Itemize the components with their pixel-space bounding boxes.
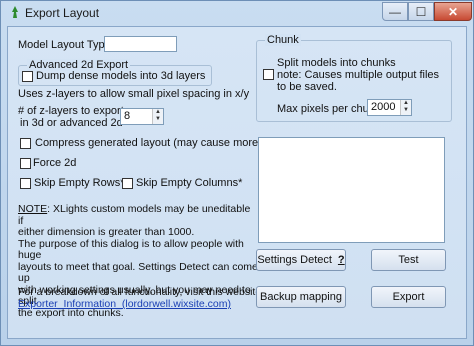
note-line-4: layouts to meet that goal. Settings Dete…: [18, 260, 258, 284]
minimize-button[interactable]: —: [382, 2, 408, 21]
skip-empty-rows-label: Skip Empty Rows*: [34, 177, 125, 189]
maximize-button[interactable]: ☐: [408, 2, 434, 21]
note-line-2: either dimension is greater than 1000.: [18, 226, 195, 238]
num-zlayers-label-1: # of z-layers to export: [18, 105, 124, 117]
max-pixels-label: Max pixels per chunk: [277, 103, 381, 115]
advanced-2d-export-group: Advanced 2d Export Dump dense models int…: [18, 59, 212, 86]
split-models-label: Split models into chunks: [277, 57, 396, 69]
skip-empty-columns-checkbox[interactable]: [122, 178, 133, 189]
spinner-arrows-icon[interactable]: ▲ ▼: [400, 100, 411, 115]
model-layout-type-input[interactable]: [104, 36, 177, 52]
num-zlayers-value: 8: [124, 110, 131, 122]
num-zlayers-label-2: in 3d or advanced 2d: [20, 117, 123, 129]
note-word: NOTE: [18, 203, 48, 215]
note-line-3: The purpose of this dialog is to allow p…: [18, 237, 244, 261]
split-note-line-2: to be saved.: [277, 81, 337, 93]
help-icon[interactable]: ?: [338, 254, 345, 266]
export-layout-window: Export Layout — ☐ ✕ Model Layout Type Ad…: [0, 0, 474, 346]
test-button[interactable]: Test: [371, 249, 446, 271]
skip-empty-rows-checkbox[interactable]: [20, 178, 31, 189]
window-title: Export Layout: [25, 6, 100, 20]
title-bar[interactable]: Export Layout — ☐ ✕: [1, 1, 473, 25]
spinner-arrows-icon[interactable]: ▲ ▼: [152, 109, 163, 124]
compress-label: Compress generated layout (may cause mor…: [35, 137, 294, 149]
exporter-info-link[interactable]: Exporter_Information_(lordorwell.wixsite…: [18, 298, 231, 310]
breakdown-text: For a breakdown of all functionality, vi…: [18, 286, 265, 298]
dump-dense-label: Dump dense models into 3d layers: [36, 70, 206, 82]
chunk-group-title: Chunk: [265, 34, 301, 46]
compress-checkbox[interactable]: [20, 138, 31, 149]
dialog-body: Model Layout Type Advanced 2d Export Dum…: [7, 26, 467, 339]
chunk-group: Chunk Split models into chunks note: Cau…: [256, 34, 452, 122]
skip-empty-columns-label: Skip Empty Columns*: [136, 177, 243, 189]
settings-detect-button[interactable]: Settings Detect ?: [256, 249, 346, 271]
backup-mapping-button[interactable]: Backup mapping: [256, 286, 346, 308]
close-button[interactable]: ✕: [434, 2, 472, 21]
dump-dense-checkbox[interactable]: [22, 71, 33, 82]
split-models-checkbox[interactable]: [263, 69, 274, 80]
split-note-line-1: note: Causes multiple output files: [277, 69, 440, 81]
settings-detect-label: Settings Detect: [257, 254, 332, 266]
max-pixels-value: 2000: [371, 101, 396, 113]
force-2d-label: Force 2d: [33, 157, 77, 169]
force-2d-checkbox[interactable]: [20, 158, 31, 169]
num-zlayers-spinner[interactable]: 8 ▲ ▼: [120, 108, 164, 125]
export-button[interactable]: Export: [371, 286, 446, 308]
app-icon: [12, 6, 18, 18]
note-line-1: : XLights custom models may be uneditabl…: [18, 203, 251, 227]
output-listbox[interactable]: [258, 137, 445, 243]
model-layout-type-label: Model Layout Type: [18, 39, 111, 51]
zlayers-info: Uses z-layers to allow small pixel spaci…: [18, 88, 250, 100]
max-pixels-spinner[interactable]: 2000 ▲ ▼: [367, 99, 412, 116]
